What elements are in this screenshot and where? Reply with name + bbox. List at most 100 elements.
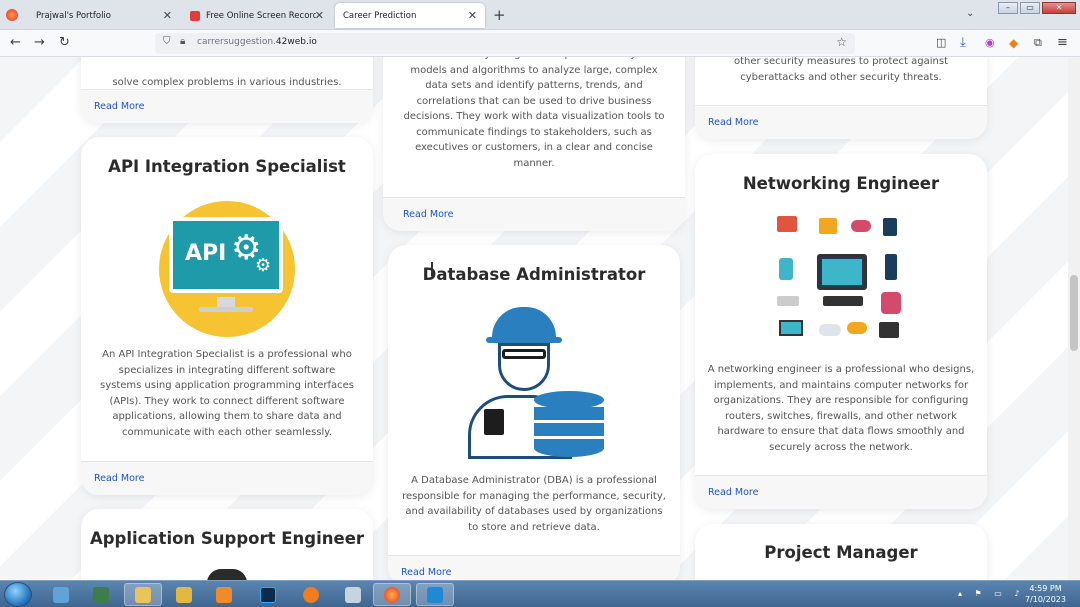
system-clock[interactable]: 4:59 PM 7/10/2023 xyxy=(1025,583,1066,605)
support-illustration xyxy=(207,569,247,580)
career-card: solve complex problems in various indust… xyxy=(81,57,373,123)
scrollbar-thumb[interactable] xyxy=(1070,275,1078,351)
career-card-api-integration-specialist: API Integration Specialist API ⚙ ⚙ An AP… xyxy=(81,137,373,495)
cloud-icon xyxy=(847,322,867,334)
start-button[interactable] xyxy=(4,582,32,607)
url-text: carrersuggestion.42web.io xyxy=(197,37,317,47)
card-footer: Read More xyxy=(695,475,987,509)
dba-illustration xyxy=(466,305,606,460)
clock-date: 7/10/2023 xyxy=(1024,595,1066,604)
taskbar-photoshop[interactable] xyxy=(249,583,287,606)
fl-studio-icon xyxy=(303,586,319,603)
card-description: A networking engineer is a professional … xyxy=(707,364,975,453)
gear-icon: ⚙ xyxy=(255,255,272,276)
career-card-database-administrator: Database Administrator A Database Admini… xyxy=(388,245,680,580)
navigation-bar: ← → ↻ ⛉ 🔒︎ carrersuggestion.42web.io ☆ ◫… xyxy=(0,30,1080,57)
device-icon xyxy=(777,216,797,232)
metamask-icon[interactable]: ◆ xyxy=(1009,36,1018,50)
extension-icon[interactable]: ◉ xyxy=(985,36,995,50)
device-icon xyxy=(819,218,837,234)
career-card-application-support-engineer: Application Support Engineer xyxy=(81,509,373,580)
tab-label: Career Prediction xyxy=(343,10,417,21)
card-description: An API Integration Specialist is a profe… xyxy=(100,349,354,438)
taskbar-control-panel[interactable] xyxy=(42,583,80,606)
laptop-icon xyxy=(779,320,803,336)
tab-career-prediction[interactable]: Career Prediction ✕ xyxy=(335,3,485,28)
lock-icon[interactable]: 🔒︎ xyxy=(180,36,185,47)
back-arrow-icon[interactable]: ← xyxy=(10,36,21,50)
url-domain: 42web.io xyxy=(275,37,317,47)
address-bar[interactable]: ⛉ 🔒︎ carrersuggestion.42web.io ☆ xyxy=(155,33,855,54)
tab-prajwals-portfolio[interactable]: Prajwal's Portfolio ✕ xyxy=(28,3,180,28)
media-player-icon xyxy=(216,586,232,603)
close-window-button[interactable]: ✕ xyxy=(1042,2,1076,14)
taskbar-fl-studio[interactable] xyxy=(292,583,330,606)
close-icon[interactable]: ✕ xyxy=(468,9,477,22)
list-tabs-chevron-icon[interactable]: ⌄ xyxy=(966,8,974,19)
career-card-project-manager: Project Manager xyxy=(695,524,987,580)
library-icon xyxy=(176,586,192,603)
taskbar-library[interactable] xyxy=(165,583,203,606)
window-controls: – ▭ ✕ xyxy=(998,2,1076,14)
card-footer: Read More xyxy=(388,555,680,580)
shield-icon[interactable]: ⛉ xyxy=(163,36,171,47)
minimize-button[interactable]: – xyxy=(998,2,1018,14)
browser-tab-bar: Prajwal's Portfolio ✕ Free Online Screen… xyxy=(0,0,1080,30)
read-more-link[interactable]: Read More xyxy=(708,487,758,498)
db-disk xyxy=(534,407,604,423)
read-more-link[interactable]: Read More xyxy=(403,209,453,220)
card-title: Application Support Engineer xyxy=(89,529,365,548)
read-more-link[interactable]: Read More xyxy=(94,473,144,484)
cloud-icon xyxy=(819,324,841,336)
taskbar-media-player[interactable] xyxy=(205,583,243,606)
forward-arrow-icon[interactable]: → xyxy=(34,36,45,50)
taskbar-explorer[interactable] xyxy=(124,583,162,606)
download-icon[interactable]: ⤓ xyxy=(960,36,966,50)
taskbar-vscode[interactable] xyxy=(416,583,454,606)
card-footer: Read More xyxy=(81,89,373,123)
tray-icons[interactable]: ▴ ⚑ ▭ ♪ xyxy=(958,589,1028,599)
hard-hat xyxy=(492,307,556,341)
hamburger-menu-icon[interactable]: ≡ xyxy=(1057,36,1068,50)
api-illustration: API ⚙ ⚙ xyxy=(159,201,295,337)
photoshop-icon xyxy=(260,586,276,603)
maximize-button[interactable]: ▭ xyxy=(1020,2,1040,14)
taskbar-computer[interactable] xyxy=(82,583,120,606)
extensions-puzzle-icon[interactable]: ⧉ xyxy=(1034,36,1042,50)
monitor-screen: API ⚙ ⚙ xyxy=(169,217,283,293)
server-icon xyxy=(883,218,897,236)
tab-label: Prajwal's Portfolio xyxy=(36,10,111,21)
card-title: API Integration Specialist xyxy=(108,157,346,176)
db-disk xyxy=(534,439,604,457)
bookmark-star-icon[interactable]: ☆ xyxy=(836,35,847,49)
card-description: A Database Administrator (DBA) is a prof… xyxy=(402,475,666,533)
card-description: other security measures to protect again… xyxy=(733,57,949,83)
close-icon[interactable]: ✕ xyxy=(163,9,172,22)
taskbar-snipping-tool[interactable] xyxy=(334,583,372,606)
folder-icon xyxy=(135,586,151,603)
new-tab-button[interactable]: + xyxy=(493,6,506,24)
chip-icon xyxy=(879,322,899,338)
close-icon[interactable]: ✕ xyxy=(315,9,324,22)
phone-icon xyxy=(779,258,793,280)
career-card: other security measures to protect again… xyxy=(695,57,987,139)
vertical-scrollbar[interactable] xyxy=(1068,57,1080,580)
read-more-link[interactable]: Read More xyxy=(94,101,144,112)
recorder-icon xyxy=(190,10,200,21)
api-icon-label: API xyxy=(185,241,227,266)
network-illustration xyxy=(775,214,907,348)
taskbar: ▴ ⚑ ▭ ♪ 4:59 PM 7/10/2023 xyxy=(0,580,1080,607)
pocket-icon[interactable]: ◫ xyxy=(936,36,946,50)
cloud-icon xyxy=(851,220,871,232)
reload-icon[interactable]: ↻ xyxy=(59,36,70,50)
tab-screen-recorder[interactable]: Free Online Screen Recorder & ✕ xyxy=(182,3,332,28)
card-footer: Read More xyxy=(383,197,685,231)
monitor-screen xyxy=(822,259,862,285)
read-more-link[interactable]: Read More xyxy=(708,117,758,128)
firefox-menu-icon[interactable] xyxy=(6,9,18,21)
card-title: Networking Engineer xyxy=(742,174,940,193)
taskbar-firefox[interactable] xyxy=(373,583,411,606)
vscode-icon xyxy=(427,586,443,603)
read-more-link[interactable]: Read More xyxy=(401,567,451,578)
scissors-icon xyxy=(345,586,361,603)
